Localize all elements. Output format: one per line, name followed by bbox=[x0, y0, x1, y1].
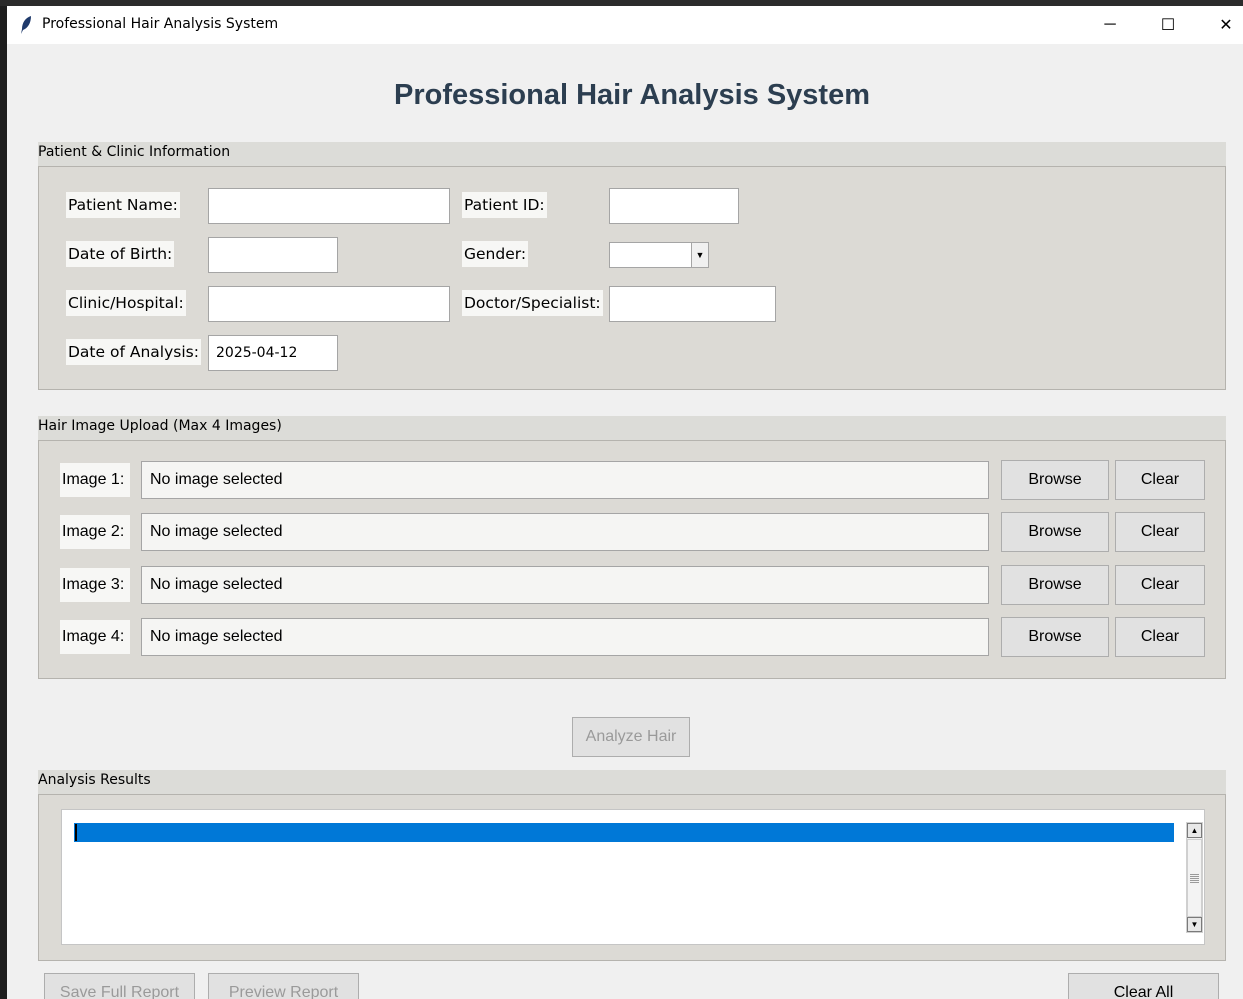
upload-section-title: Hair Image Upload (Max 4 Images) bbox=[38, 418, 282, 434]
image-2-browse-button[interactable]: Browse bbox=[1001, 512, 1109, 552]
title-bar: Professional Hair Analysis System ─ ☐ ✕ bbox=[7, 6, 1243, 44]
results-section-label: Analysis Results bbox=[38, 770, 1226, 794]
analysis-date-label: Date of Analysis: bbox=[66, 339, 201, 365]
gender-select[interactable]: ▼ bbox=[609, 242, 709, 268]
background-editor-strip bbox=[0, 6, 7, 999]
patient-id-field[interactable] bbox=[609, 188, 739, 224]
image-1-label: Image 1: bbox=[60, 463, 131, 497]
image-3-clear-button[interactable]: Clear bbox=[1115, 565, 1205, 605]
patient-name-field[interactable] bbox=[208, 188, 450, 224]
scroll-up-arrow-icon[interactable]: ▲ bbox=[1187, 823, 1202, 838]
page-title: Professional Hair Analysis System bbox=[393, 79, 871, 111]
close-button[interactable]: ✕ bbox=[1197, 6, 1243, 44]
text-cursor bbox=[75, 824, 77, 841]
doctor-label: Doctor/Specialist: bbox=[462, 290, 603, 316]
feather-icon bbox=[21, 16, 31, 34]
results-group: ▲ ▼ bbox=[38, 794, 1226, 961]
image-2-label: Image 2: bbox=[60, 515, 131, 549]
image-3-label: Image 3: bbox=[60, 568, 131, 602]
patient-info-group: Patient Name: Patient ID: Date of Birth:… bbox=[38, 166, 1226, 390]
image-1-browse-button[interactable]: Browse bbox=[1001, 460, 1109, 500]
patient-section-title: Patient & Clinic Information bbox=[38, 144, 231, 160]
preview-report-button[interactable]: Preview Report bbox=[208, 973, 359, 999]
app-window: Professional Hair Analysis System ─ ☐ ✕ … bbox=[7, 6, 1243, 999]
window-title: Professional Hair Analysis System bbox=[42, 16, 279, 32]
patient-section-label: Patient & Clinic Information bbox=[38, 142, 1226, 166]
minimize-button[interactable]: ─ bbox=[1081, 6, 1139, 44]
selected-line bbox=[74, 823, 1174, 842]
image-4-label: Image 4: bbox=[60, 620, 131, 654]
image-4-browse-button[interactable]: Browse bbox=[1001, 617, 1109, 657]
scroll-thumb[interactable] bbox=[1187, 839, 1202, 917]
clear-all-button[interactable]: Clear All bbox=[1068, 973, 1219, 999]
patient-name-label: Patient Name: bbox=[66, 192, 180, 218]
patient-id-label: Patient ID: bbox=[462, 192, 547, 218]
image-2-path-field[interactable]: No image selected bbox=[141, 513, 989, 551]
dob-label: Date of Birth: bbox=[66, 241, 175, 267]
results-textbox[interactable]: ▲ ▼ bbox=[61, 809, 1205, 945]
results-section-title: Analysis Results bbox=[38, 772, 151, 788]
image-3-browse-button[interactable]: Browse bbox=[1001, 565, 1109, 605]
image-1-clear-button[interactable]: Clear bbox=[1115, 460, 1205, 500]
scroll-down-arrow-icon[interactable]: ▼ bbox=[1187, 917, 1202, 932]
header-band: Professional Hair Analysis System bbox=[38, 76, 1226, 142]
upload-section-label: Hair Image Upload (Max 4 Images) bbox=[38, 416, 1226, 440]
gender-label: Gender: bbox=[462, 241, 529, 267]
image-4-clear-button[interactable]: Clear bbox=[1115, 617, 1205, 657]
image-3-path-field[interactable]: No image selected bbox=[141, 566, 989, 604]
maximize-button[interactable]: ☐ bbox=[1139, 6, 1197, 44]
doctor-field[interactable] bbox=[609, 286, 776, 322]
client-area: Professional Hair Analysis System Patien… bbox=[38, 76, 1226, 999]
image-upload-group: Image 1: No image selected Browse Clear … bbox=[38, 440, 1226, 679]
image-4-path-field[interactable]: No image selected bbox=[141, 618, 989, 656]
analysis-date-field[interactable]: 2025-04-12 bbox=[208, 335, 338, 371]
save-full-report-button[interactable]: Save Full Report bbox=[44, 973, 195, 999]
clinic-label: Clinic/Hospital: bbox=[66, 290, 186, 316]
clinic-field[interactable] bbox=[208, 286, 450, 322]
dob-field[interactable] bbox=[208, 237, 338, 273]
image-2-clear-button[interactable]: Clear bbox=[1115, 512, 1205, 552]
image-1-path-field[interactable]: No image selected bbox=[141, 461, 989, 499]
results-scrollbar[interactable]: ▲ ▼ bbox=[1186, 822, 1203, 933]
analyze-hair-button[interactable]: Analyze Hair bbox=[572, 717, 690, 757]
chevron-down-icon[interactable]: ▼ bbox=[691, 243, 708, 267]
